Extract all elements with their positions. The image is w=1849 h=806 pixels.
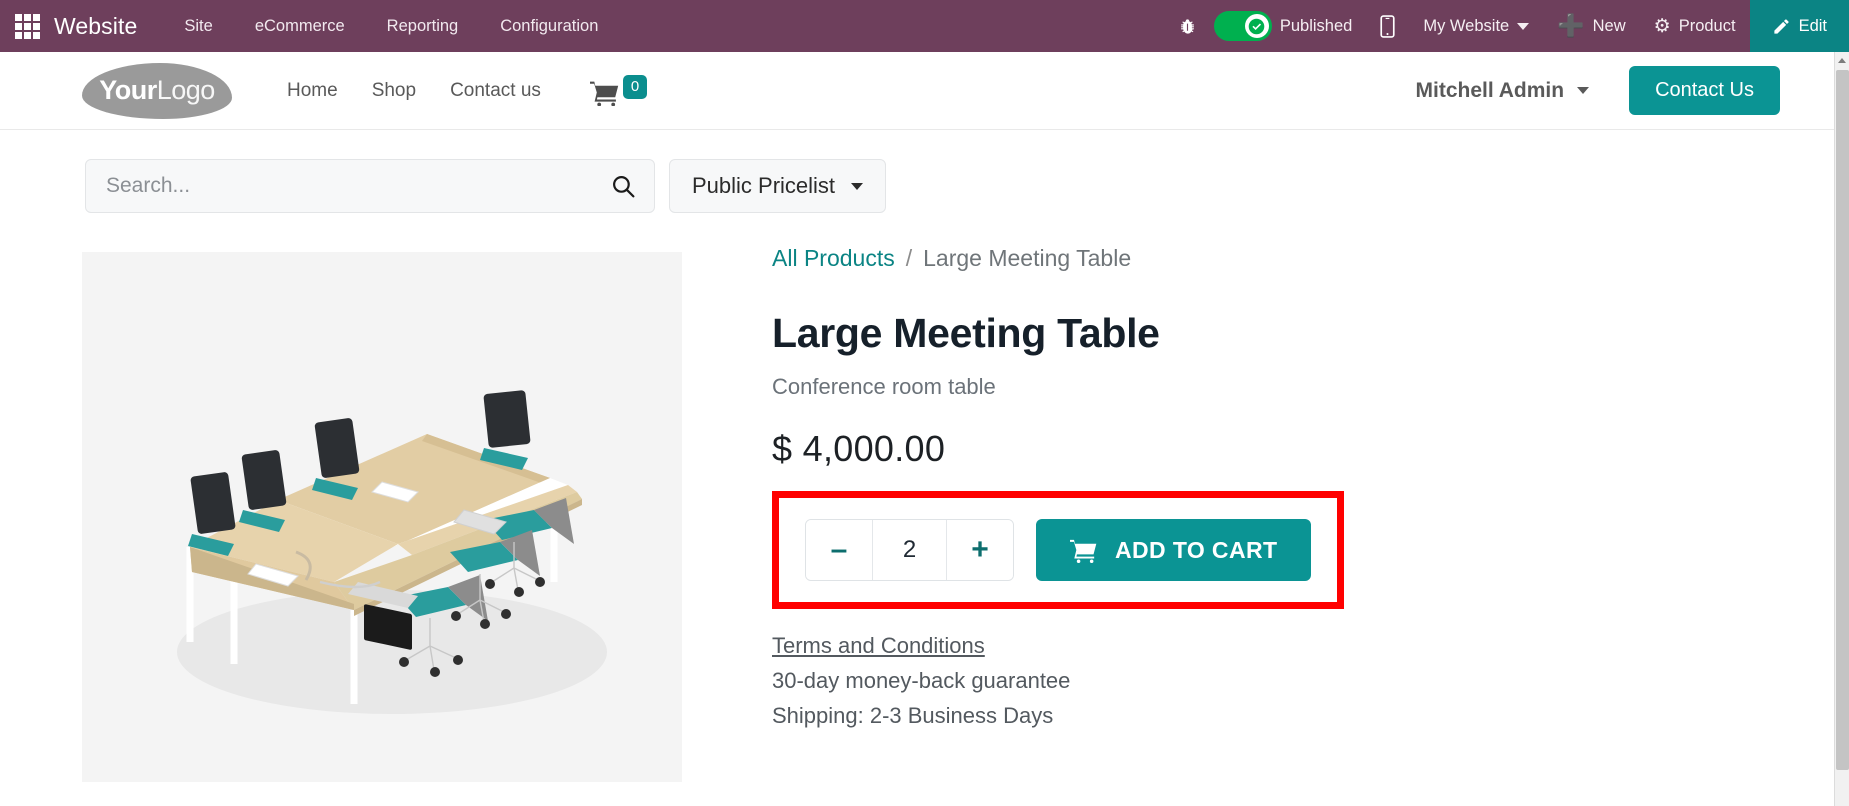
contact-us-button[interactable]: Contact Us	[1629, 66, 1780, 115]
chevron-down-icon	[1517, 22, 1530, 30]
app-name[interactable]: Website	[54, 0, 163, 52]
cart-count-badge: 0	[622, 75, 648, 100]
breadcrumb: All Products / Large Meeting Table	[772, 213, 1774, 272]
edit-button[interactable]: Edit	[1749, 0, 1849, 52]
breadcrumb-current: Large Meeting Table	[923, 245, 1132, 271]
logo-light-part: Logo	[156, 75, 216, 105]
plus-icon: ➕	[1557, 13, 1585, 38]
screen: Website Site eCommerce Reporting Configu…	[0, 0, 1849, 806]
chevron-down-icon	[851, 182, 864, 190]
product-button-label: Product	[1678, 16, 1736, 35]
vertical-scrollbar[interactable]	[1834, 52, 1849, 806]
site-nav: Home Shop Contact us	[270, 80, 558, 102]
apps-grid-icon[interactable]	[0, 0, 54, 52]
gear-icon: ⚙	[1653, 15, 1671, 37]
product-price: $ 4,000.00	[772, 428, 946, 469]
search-input[interactable]	[106, 174, 611, 198]
add-to-cart-label: ADD TO CART	[1115, 536, 1278, 563]
logo-text: YourLogo	[99, 75, 215, 106]
logo-bold-part: Your	[99, 75, 157, 105]
product-button[interactable]: ⚙ Product	[1640, 0, 1750, 52]
product-image[interactable]	[82, 252, 682, 782]
shipping-text: Shipping: 2-3 Business Days	[772, 703, 1054, 728]
quantity-input[interactable]	[872, 520, 947, 580]
quantity-decrease-button[interactable]: –	[806, 520, 872, 580]
edit-button-label: Edit	[1798, 16, 1827, 35]
website-selector[interactable]: My Website	[1409, 0, 1543, 52]
cart-link[interactable]: 0	[589, 75, 648, 106]
breadcrumb-all-products[interactable]: All Products	[772, 245, 895, 272]
menu-ecommerce[interactable]: eCommerce	[234, 0, 366, 52]
nav-home[interactable]: Home	[270, 80, 355, 102]
product-subtitle: Conference room table	[772, 374, 996, 399]
odoo-menubar: Site eCommerce Reporting Configuration	[163, 0, 619, 52]
guarantee-text: 30-day money-back guarantee	[772, 668, 1071, 693]
menu-reporting[interactable]: Reporting	[366, 0, 480, 52]
publish-switch[interactable]	[1213, 11, 1272, 41]
product-page-content: All Products / Large Meeting Table Large…	[0, 213, 1834, 782]
pencil-icon	[1772, 17, 1791, 36]
menu-configuration[interactable]: Configuration	[479, 0, 619, 52]
quantity-increase-button[interactable]: +	[947, 520, 1013, 580]
magnifier-icon[interactable]	[611, 174, 636, 199]
shopping-cart-icon	[589, 75, 620, 106]
add-to-cart-highlight-region: – + ADD TO CART	[772, 491, 1345, 609]
add-to-cart-button[interactable]: ADD TO CART	[1036, 519, 1312, 581]
site-header: YourLogo Home Shop Contact us 0 Mitchell…	[0, 52, 1834, 130]
website-preview: YourLogo Home Shop Contact us 0 Mitchell…	[0, 52, 1834, 806]
pricelist-label: Public Pricelist	[692, 173, 836, 198]
new-button-label: New	[1592, 16, 1626, 35]
product-info-column: All Products / Large Meeting Table Large…	[772, 213, 1834, 782]
odoo-systray: Published My Website ➕ New ⚙ Product Edi…	[1165, 0, 1849, 52]
shopping-cart-icon	[1070, 538, 1098, 563]
website-selector-label: My Website	[1423, 16, 1510, 35]
user-menu[interactable]: Mitchell Admin	[1416, 79, 1590, 103]
publish-toggle[interactable]: Published	[1210, 0, 1366, 52]
user-name-label: Mitchell Admin	[1415, 78, 1565, 102]
site-logo[interactable]: YourLogo	[82, 62, 232, 119]
scrollbar-thumb[interactable]	[1836, 70, 1849, 770]
nav-contact-us[interactable]: Contact us	[433, 80, 558, 102]
pricelist-dropdown[interactable]: Public Pricelist	[669, 159, 887, 213]
product-image-column	[82, 213, 772, 782]
breadcrumb-separator: /	[905, 245, 913, 271]
search-box[interactable]	[85, 159, 655, 213]
quantity-stepper: – +	[805, 519, 1014, 581]
terms-and-conditions-link[interactable]: Terms and Conditions	[772, 633, 985, 659]
bug-icon[interactable]	[1165, 0, 1210, 52]
scroll-up-arrow-icon[interactable]	[1835, 52, 1849, 68]
chevron-down-icon	[1577, 87, 1590, 94]
mobile-preview-icon[interactable]	[1366, 0, 1409, 52]
tools-row: Public Pricelist	[0, 130, 1834, 213]
publish-label: Published	[1279, 16, 1353, 35]
product-title: Large Meeting Table	[772, 310, 1160, 356]
nav-shop[interactable]: Shop	[355, 80, 433, 102]
odoo-top-bar: Website Site eCommerce Reporting Configu…	[0, 0, 1849, 52]
menu-site[interactable]: Site	[163, 0, 233, 52]
terms-row: Terms and Conditions	[772, 609, 1774, 659]
new-button[interactable]: ➕ New	[1543, 0, 1639, 52]
check-icon	[1244, 14, 1269, 38]
